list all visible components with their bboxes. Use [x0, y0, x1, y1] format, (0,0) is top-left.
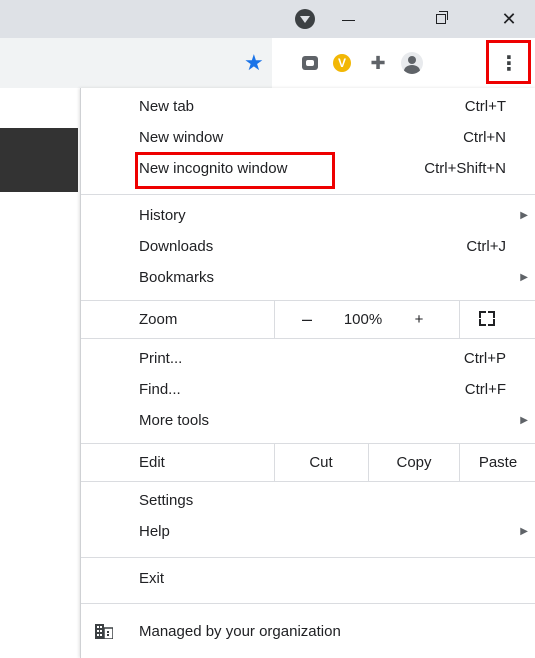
managed-label: Managed by your organization: [139, 623, 341, 640]
toolbar: ★ V ✚ ⋮: [0, 38, 535, 88]
close-icon: ✕: [501, 8, 517, 29]
menu-item-label: Downloads: [139, 238, 214, 255]
restore-button[interactable]: [418, 0, 464, 38]
kebab-menu-icon: ⋮: [499, 53, 519, 75]
menu-divider: [81, 481, 535, 482]
menu-item-label: History: [139, 207, 186, 224]
profile-menu-icon[interactable]: [285, 0, 325, 38]
menu-item-label: New window: [139, 129, 224, 146]
paste-button[interactable]: Paste: [460, 444, 535, 481]
managed-by-organization[interactable]: Managed by your organization: [81, 613, 535, 651]
title-bar: ✕: [0, 0, 535, 38]
menu-item-label: New incognito window: [139, 160, 288, 177]
menu-item-shortcut: Ctrl+P: [463, 350, 506, 367]
zoom-divider: [459, 301, 460, 338]
building-icon: [95, 624, 113, 639]
submenu-arrow-icon: ▶: [520, 210, 528, 221]
menu-item-find[interactable]: Find... Ctrl+F: [81, 374, 535, 405]
menu-item-exit[interactable]: Exit: [81, 563, 535, 594]
menu-item-shortcut: Ctrl+F: [464, 381, 506, 398]
menu-divider: [81, 557, 535, 558]
menu-divider: [81, 338, 535, 339]
menu-item-bookmarks[interactable]: Bookmarks ▶: [81, 262, 535, 293]
submenu-arrow-icon: ▶: [520, 415, 528, 426]
close-button[interactable]: ✕: [486, 0, 532, 38]
copy-button[interactable]: Copy: [369, 444, 459, 481]
menu-item-shortcut: Ctrl+T: [464, 98, 506, 115]
menu-item-new-tab[interactable]: New tab Ctrl+T: [81, 91, 535, 122]
menu-item-label: Help: [139, 523, 170, 540]
menu-item-shortcut: Ctrl+Shift+N: [424, 160, 506, 177]
menu-item-label: More tools: [139, 412, 210, 429]
cut-button[interactable]: Cut: [274, 444, 368, 481]
menu-item-label: Bookmarks: [139, 269, 215, 286]
menu-divider: [81, 603, 535, 604]
edit-row: Edit Cut Copy Paste: [81, 444, 535, 481]
menu-item-settings[interactable]: Settings: [81, 485, 535, 516]
menu-item-new-incognito-window[interactable]: New incognito window Ctrl+Shift+N: [81, 153, 535, 184]
profile-avatar-icon[interactable]: [400, 51, 424, 75]
menu-item-shortcut: Ctrl+J: [466, 238, 506, 255]
menu-item-history[interactable]: History ▶: [81, 200, 535, 231]
menu-item-new-window[interactable]: New window Ctrl+N: [81, 122, 535, 153]
minimize-button[interactable]: [325, 0, 371, 38]
v-extension-icon[interactable]: V: [330, 51, 354, 75]
chrome-main-menu: New tab Ctrl+T New window Ctrl+N New inc…: [80, 88, 535, 658]
kebab-menu-button[interactable]: ⋮: [490, 42, 528, 86]
zoom-divider: [274, 301, 275, 338]
zoom-label: Zoom: [139, 311, 178, 328]
minimize-icon: [341, 19, 355, 21]
zoom-in-button[interactable]: +: [407, 301, 431, 338]
menu-item-more-tools[interactable]: More tools ▶: [81, 405, 535, 436]
menu-item-label: Exit: [139, 570, 165, 587]
edit-label: Edit: [139, 454, 165, 471]
menu-item-label: Settings: [139, 492, 194, 509]
fullscreen-icon[interactable]: [479, 311, 495, 326]
zoom-row: Zoom – 100% +: [81, 301, 535, 338]
zoom-level: 100%: [343, 311, 383, 328]
vpn-extension-icon[interactable]: [298, 51, 322, 75]
menu-item-label: Print...: [139, 350, 183, 367]
submenu-arrow-icon: ▶: [520, 526, 528, 537]
menu-item-shortcut: Ctrl+N: [463, 129, 506, 146]
menu-item-help[interactable]: Help ▶: [81, 516, 535, 547]
menu-item-downloads[interactable]: Downloads Ctrl+J: [81, 231, 535, 262]
menu-item-label: Find...: [139, 381, 181, 398]
bookmark-star-icon[interactable]: ★: [244, 52, 264, 74]
menu-item-label: New tab: [139, 98, 195, 115]
puzzle-extensions-icon[interactable]: ✚: [366, 51, 390, 75]
menu-divider: [81, 194, 535, 195]
restore-icon: [436, 11, 448, 24]
submenu-arrow-icon: ▶: [520, 272, 528, 283]
zoom-out-button[interactable]: –: [295, 301, 319, 338]
address-bar[interactable]: ★: [0, 38, 272, 88]
menu-item-print[interactable]: Print... Ctrl+P: [81, 343, 535, 374]
page-content-block: [0, 128, 78, 192]
